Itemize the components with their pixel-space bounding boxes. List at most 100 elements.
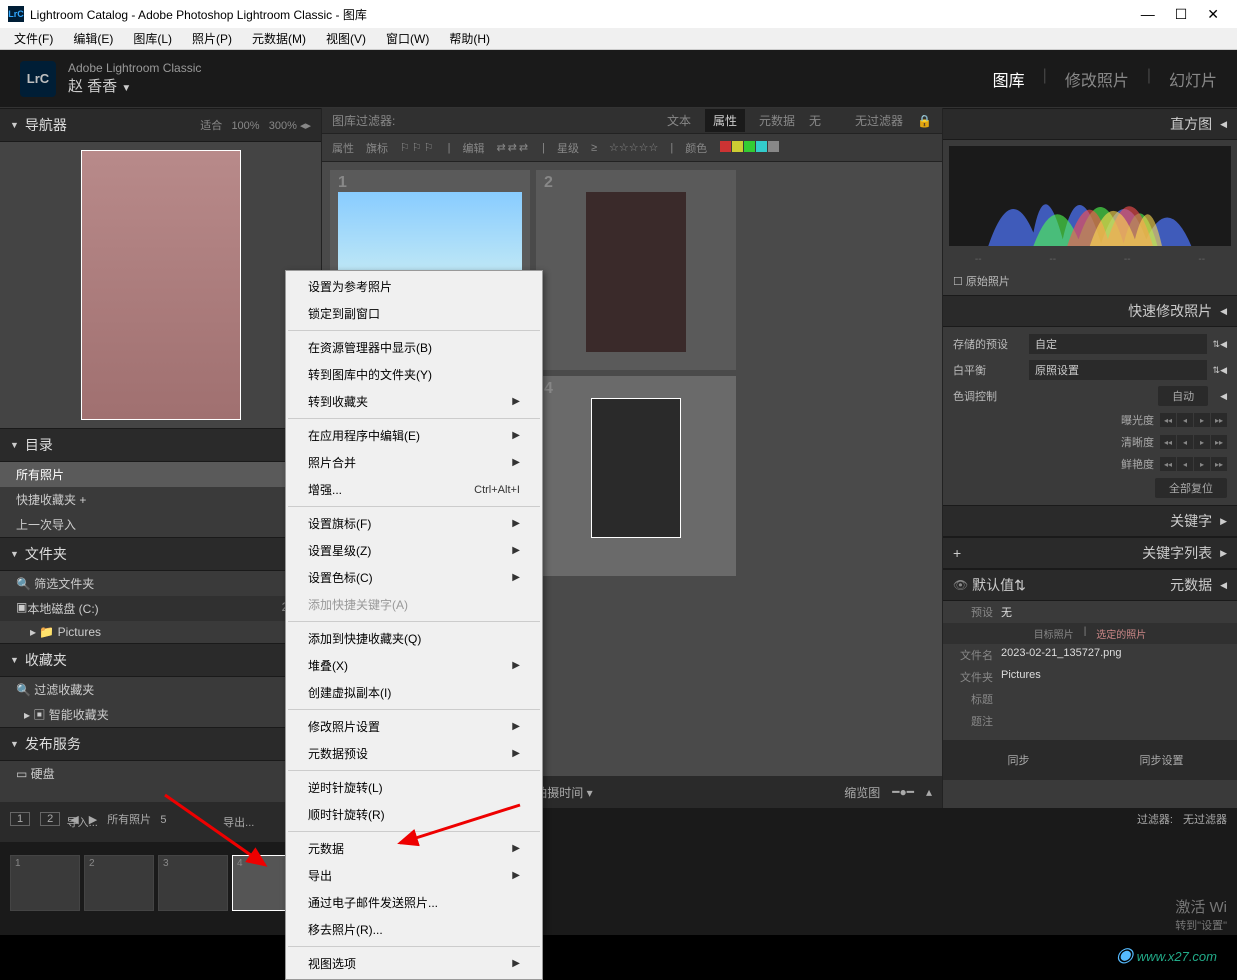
meta-folder[interactable]: Pictures [1001,669,1229,685]
ctx-set-rating[interactable]: 设置星级(Z)▶ [286,537,542,564]
minimize-button[interactable]: — [1141,6,1155,23]
meta-preset-value[interactable]: 无 [1001,604,1229,620]
sync-settings-button[interactable]: 同步设置 [1092,746,1231,774]
toolbar-expand[interactable]: ▴ [926,785,932,799]
filter-attribute[interactable]: 属性 [705,109,745,132]
menu-view[interactable]: 视图(V) [316,28,376,49]
metadata-header[interactable]: 👁 默认值 ⇅元数据◀ [943,569,1237,601]
filter-none[interactable]: 无 [809,112,821,129]
view-grid-icon[interactable]: 1 [10,812,30,826]
meta-filename[interactable]: 2023-02-21_135727.png [1001,647,1229,663]
meta-caption[interactable] [1001,713,1229,729]
ctx-remove-photo[interactable]: 移去照片(R)... [286,916,542,943]
module-develop[interactable]: 修改照片 [1065,67,1129,91]
filmstrip-source[interactable]: 所有照片 5 [107,811,166,827]
publish-header[interactable]: ▼发布服务+ [0,727,321,761]
ctx-rotate-cw[interactable]: 顺时针旋转(R) [286,801,542,828]
menu-metadata[interactable]: 元数据(M) [242,28,316,49]
color-swatches[interactable] [719,141,779,155]
catalog-last-import[interactable]: 上一次导入 [0,512,321,537]
ctx-rotate-ccw[interactable]: 逆时针旋转(L) [286,774,542,801]
nav-back-icon[interactable]: ◀ [70,813,78,826]
navigator-preview[interactable] [0,142,321,428]
reset-all-button[interactable]: 全部复位 [1155,478,1227,498]
ctx-email[interactable]: 通过电子邮件发送照片... [286,889,542,916]
preset-value[interactable]: 自定 [1029,334,1207,354]
folders-disk[interactable]: ▣ 本地磁盘 (C:)2.0 / [0,596,321,621]
catalog-all-photos[interactable]: 所有照片 [0,462,321,487]
eye-icon[interactable]: 👁 [953,578,968,592]
ctx-stacking[interactable]: 堆叠(X)▶ [286,652,542,679]
vibrance-stepper[interactable]: ◂◂◂▸▸▸ [1160,457,1227,471]
menu-help[interactable]: 帮助(H) [439,28,500,49]
collections-filter[interactable]: 🔍 过滤收藏夹 [0,677,321,702]
ctx-enhance[interactable]: 增强...Ctrl+Alt+I [286,476,542,503]
module-slideshow[interactable]: 幻灯片 [1169,67,1217,91]
module-library[interactable]: 图库 [993,67,1025,91]
ctx-edit-in[interactable]: 在应用程序中编辑(E)▶ [286,422,542,449]
selected-photo-tab[interactable]: 选定的照片 [1096,626,1146,641]
maximize-button[interactable]: ☐ [1175,6,1188,23]
clarity-stepper[interactable]: ◂◂◂▸▸▸ [1160,435,1227,449]
menu-library[interactable]: 图库(L) [123,28,182,49]
ctx-set-label[interactable]: 设置色标(C)▶ [286,564,542,591]
smart-collections[interactable]: ▸ ▣ 智能收藏夹 [0,702,321,727]
filter-preset[interactable]: 无过滤器 [855,112,903,129]
quickdev-header[interactable]: 快速修改照片◀ [943,295,1237,327]
collections-header[interactable]: ▼收藏夹+ [0,643,321,677]
user-name[interactable]: 赵 香香 [68,78,117,95]
auto-tone-button[interactable]: 自动 [1158,386,1208,406]
meta-title[interactable] [1001,691,1229,707]
ctx-set-reference[interactable]: 设置为参考照片 [286,273,542,300]
menu-file[interactable]: 文件(F) [4,28,63,49]
navigator-header[interactable]: ▼导航器 适合 100% 300% ◂▸ [0,108,321,142]
film-thumb-3[interactable]: 3 [158,855,228,911]
ctx-metadata[interactable]: 元数据▶ [286,835,542,862]
filter-text[interactable]: 文本 [667,112,691,129]
close-button[interactable]: ✕ [1207,6,1219,23]
view-loupe-icon[interactable]: 2 [40,812,60,826]
edit-icons[interactable]: ⇄⇄⇄ [496,141,530,154]
histogram-header[interactable]: 直方图◀ [943,108,1237,140]
sort-value[interactable]: 拍摄时间 ▾ [535,784,592,801]
film-thumb-2[interactable]: 2 [84,855,154,911]
histogram-display[interactable] [949,146,1231,246]
rating-stars[interactable]: ☆☆☆☆☆ [609,141,658,154]
catalog-quick-collection[interactable]: 快捷收藏夹 + [0,487,321,512]
keywords-header[interactable]: 关键字▶ [943,505,1237,537]
filter-metadata[interactable]: 元数据 [759,112,795,129]
ctx-set-flag[interactable]: 设置旗标(F)▶ [286,510,542,537]
wb-value[interactable]: 原照设置 [1029,360,1207,380]
keyword-list-header[interactable]: +关键字列表▶ [943,537,1237,569]
film-thumb-1[interactable]: 1 [10,855,80,911]
ctx-photo-merge[interactable]: 照片合并▶ [286,449,542,476]
sync-button[interactable]: 同步 [949,746,1088,774]
lock-icon[interactable]: 🔒 [917,114,932,128]
catalog-header[interactable]: ▼目录 [0,428,321,462]
menu-edit[interactable]: 编辑(E) [63,28,123,49]
ctx-show-explorer[interactable]: 在资源管理器中显示(B) [286,334,542,361]
flag-icons[interactable]: ⚐⚐⚐ [400,141,436,154]
ctx-dev-settings[interactable]: 修改照片设置▶ [286,713,542,740]
folders-header[interactable]: ▼文件夹+ ▾ [0,537,321,571]
nav-fwd-icon[interactable]: ▶ [89,813,97,826]
folders-pictures[interactable]: ▸ 📁 Pictures [0,621,321,643]
grid-cell-4[interactable]: 4 [536,376,736,576]
original-photo-check[interactable]: ☐ 原始照片 [943,267,1237,295]
ctx-goto-collection[interactable]: 转到收藏夹▶ [286,388,542,415]
publish-hdd[interactable]: ▭ 硬盘 [0,761,321,786]
ctx-add-quick[interactable]: 添加到快捷收藏夹(Q) [286,625,542,652]
grid-cell-2[interactable]: 2 [536,170,736,370]
exposure-stepper[interactable]: ◂◂◂▸▸▸ [1160,413,1227,427]
filmstrip-filter-value[interactable]: 无过滤器 [1183,811,1227,827]
ctx-goto-folder[interactable]: 转到图库中的文件夹(Y) [286,361,542,388]
thumb-slider[interactable]: ━●━ [892,785,914,799]
ctx-lock-second[interactable]: 锁定到副窗口 [286,300,542,327]
menu-window[interactable]: 窗口(W) [376,28,439,49]
menu-photo[interactable]: 照片(P) [182,28,242,49]
target-photo-tab[interactable]: 目标照片 [1034,626,1074,641]
folders-filter[interactable]: 🔍 筛选文件夹 [0,571,321,596]
filmstrip[interactable]: 1 2 3 4 5 [0,830,1237,935]
ctx-meta-preset[interactable]: 元数据预设▶ [286,740,542,767]
ctx-virtual-copy[interactable]: 创建虚拟副本(I) [286,679,542,706]
